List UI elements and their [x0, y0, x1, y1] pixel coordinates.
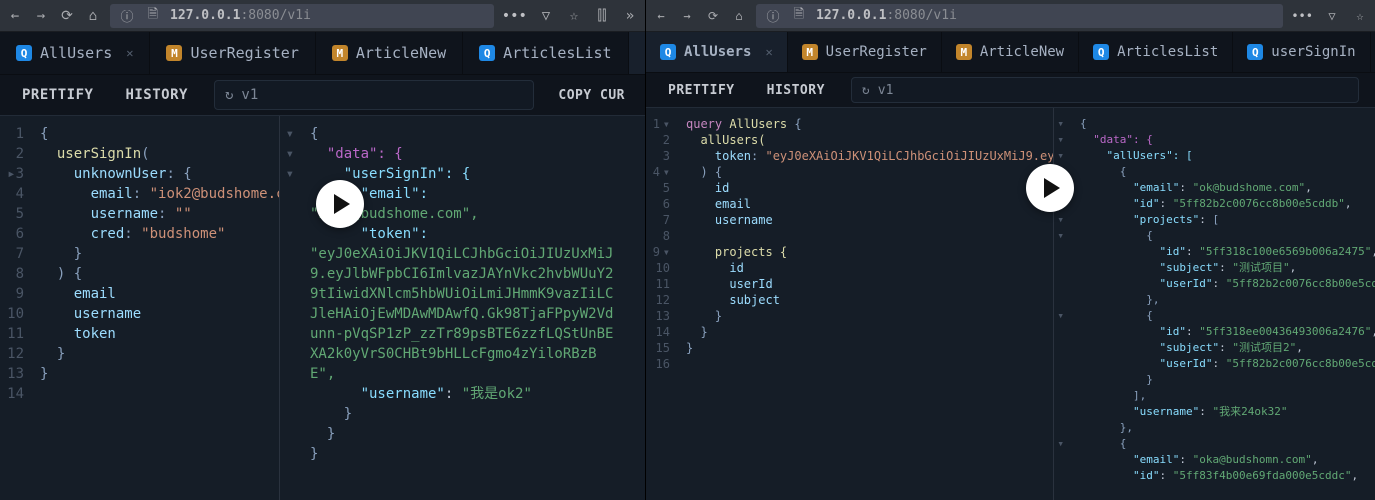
history-button[interactable]: HISTORY: [753, 77, 839, 104]
tab-articleslist[interactable]: QArticlesList: [1079, 32, 1233, 72]
query-code[interactable]: { userSignIn( unknownUser: { email: "iok…: [30, 116, 280, 500]
library-icon[interactable]: ⫿⫿: [593, 7, 611, 25]
info-icon[interactable]: ⓘ: [118, 7, 136, 25]
result-gutter: ▾▾▾: [280, 116, 300, 500]
back-icon[interactable]: ←: [6, 7, 24, 25]
prettify-button[interactable]: PRETTIFY: [654, 77, 749, 104]
tab-userregister[interactable]: MUserRegister: [788, 32, 942, 72]
bookmark-icon[interactable]: ☆: [1351, 7, 1369, 25]
history-button[interactable]: HISTORY: [111, 81, 202, 109]
query-editor[interactable]: 1▾234▾56789▾10111213141516 query AllUser…: [646, 108, 1054, 500]
tab-userchangepassword[interactable]: MuserChangePassword: [1371, 32, 1375, 72]
home-icon[interactable]: ⌂: [730, 7, 748, 25]
result-panel: ▾▾▾ { "data": { "userSignIn": { "email":…: [280, 116, 645, 500]
home-icon[interactable]: ⌂: [84, 7, 102, 25]
browser-chrome: ← → ⟳ ⌂ ⓘ 🗎 127.0.0.1:8080/v1i ••• ▽ ☆: [646, 0, 1375, 32]
url-host: 127.0.0.1: [816, 8, 886, 23]
url-path: :8080/v1i: [240, 8, 310, 23]
query-code[interactable]: query AllUsers { allUsers( token: "eyJ0e…: [676, 108, 1053, 500]
execute-button[interactable]: [316, 180, 364, 228]
url-bar[interactable]: ⓘ 🗎 127.0.0.1:8080/v1i: [110, 4, 494, 28]
info-icon[interactable]: ⓘ: [764, 7, 782, 25]
tab-articlenew[interactable]: MArticleNew: [316, 32, 463, 74]
reload-icon: ↻: [862, 83, 870, 98]
reload-icon[interactable]: ⟳: [704, 7, 722, 25]
url-path: :8080/v1i: [886, 8, 956, 23]
line-gutter: 1▾234▾56789▾10111213141516: [646, 108, 676, 500]
graphql-toolbar: PRETTIFY HISTORY ↻v1: [646, 72, 1375, 108]
execute-button[interactable]: [1026, 164, 1074, 212]
url-host: 127.0.0.1: [170, 8, 240, 23]
browser-chrome: ← → ⟳ ⌂ ⓘ 🗎 127.0.0.1:8080/v1i ••• ▽ ☆ ⫿…: [0, 0, 645, 32]
copy-curl-button[interactable]: COPY CUR: [546, 88, 637, 103]
tab-allusers[interactable]: QAllUsers✕: [0, 32, 150, 74]
pocket-icon[interactable]: ▽: [1323, 7, 1341, 25]
tab-usersignin[interactable]: QuserSignIn: [629, 32, 645, 74]
overflow-icon[interactable]: »: [621, 7, 639, 25]
tab-articlenew[interactable]: MArticleNew: [942, 32, 1079, 72]
endpoint-input[interactable]: ↻v1: [214, 80, 534, 110]
forward-icon[interactable]: →: [678, 7, 696, 25]
bookmark-icon[interactable]: ☆: [565, 7, 583, 25]
reload-icon[interactable]: ⟳: [58, 7, 76, 25]
tab-userregister[interactable]: MUserRegister: [150, 32, 315, 74]
tab-allusers[interactable]: QAllUsers✕: [646, 32, 788, 72]
line-gutter: 12▸34567891011121314: [0, 116, 30, 500]
more-icon[interactable]: •••: [502, 8, 527, 24]
graphql-toolbar: PRETTIFY HISTORY ↻v1 COPY CUR: [0, 74, 645, 116]
graphql-tabs: QAllUsers✕ MUserRegister MArticleNew QAr…: [646, 32, 1375, 72]
tab-articleslist[interactable]: QArticlesList: [463, 32, 628, 74]
result-panel: ▾▾▾▾ ▾▾ ▾ ▾ { "data": { "allUsers": [ { …: [1054, 108, 1375, 500]
graphql-tabs: QAllUsers✕ MUserRegister MArticleNew QAr…: [0, 32, 645, 74]
page-icon: 🗎: [144, 7, 162, 25]
more-icon[interactable]: •••: [1291, 9, 1313, 23]
result-code: { "data": { "userSignIn": { "email": "io…: [300, 116, 630, 500]
back-icon[interactable]: ←: [652, 7, 670, 25]
close-icon[interactable]: ✕: [765, 45, 772, 59]
result-code: { "data": { "allUsers": [ { "email": "ok…: [1070, 108, 1375, 500]
url-bar[interactable]: ⓘ 🗎 127.0.0.1:8080/v1i: [756, 4, 1283, 28]
prettify-button[interactable]: PRETTIFY: [8, 81, 107, 109]
pocket-icon[interactable]: ▽: [537, 7, 555, 25]
forward-icon[interactable]: →: [32, 7, 50, 25]
reload-icon: ↻: [225, 87, 233, 103]
endpoint-input[interactable]: ↻v1: [851, 77, 1359, 103]
query-editor[interactable]: 12▸34567891011121314 { userSignIn( unkno…: [0, 116, 280, 500]
tab-usersignin[interactable]: QuserSignIn: [1233, 32, 1370, 72]
close-icon[interactable]: ✕: [126, 46, 133, 60]
page-icon: 🗎: [790, 7, 808, 25]
